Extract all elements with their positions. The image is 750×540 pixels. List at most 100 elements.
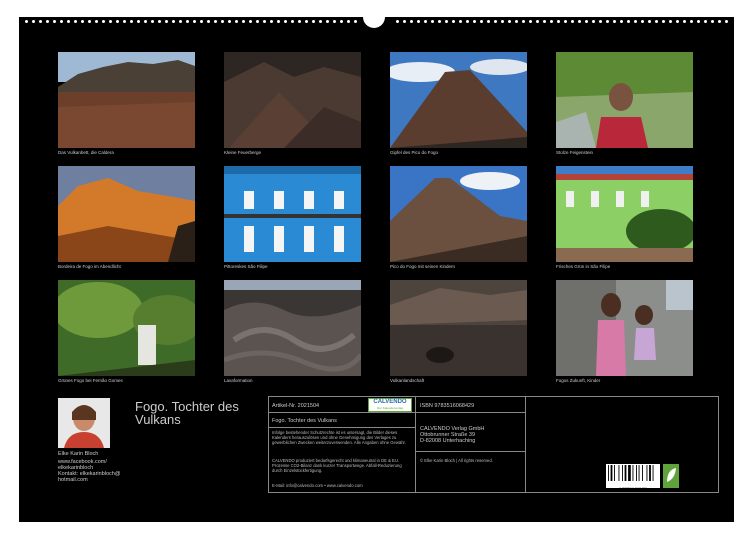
spiral-hole xyxy=(144,20,147,23)
photo-pico-kinder xyxy=(390,166,527,262)
calendar-title: Fogo. Tochter des Vulkans xyxy=(135,399,239,427)
spiral-hole xyxy=(235,20,238,23)
imprint-divider-1 xyxy=(415,396,416,492)
spiral-hole xyxy=(480,20,483,23)
copyright: © Elke Karin Bloch | All rights reserved… xyxy=(420,458,493,463)
spiral-hole xyxy=(501,20,504,23)
spiral-hole xyxy=(627,20,630,23)
leaf-icon xyxy=(667,468,676,482)
spiral-hole xyxy=(256,20,259,23)
caption-1: Das Vulkanbett, die Caldera xyxy=(58,150,114,155)
spiral-hole xyxy=(641,20,644,23)
spiral-hole xyxy=(466,20,469,23)
spiral-hole xyxy=(32,20,35,23)
spiral-hole xyxy=(445,20,448,23)
photo-feigenstein xyxy=(556,52,693,148)
barcode-bar xyxy=(610,465,613,481)
barcode-bar xyxy=(622,465,623,481)
spiral-hole xyxy=(284,20,287,23)
barcode-bar xyxy=(649,465,651,481)
imprint-title: Fogo. Tochter des Vulkans xyxy=(272,418,337,424)
spiral-hole xyxy=(312,20,315,23)
barcode-bar xyxy=(646,465,648,481)
spiral-hole xyxy=(459,20,462,23)
photo-gruen-sao-filipe xyxy=(556,166,693,262)
photo-gruenes-fogo xyxy=(58,280,195,376)
calvendo-logo-sub: Der Kalenderverlag xyxy=(377,406,403,410)
spiral-hole xyxy=(718,20,721,23)
spiral-hole xyxy=(25,20,28,23)
caption-12: Fogos Zukunft, Kinder xyxy=(556,378,601,383)
spiral-hole xyxy=(333,20,336,23)
imprint-rule-3 xyxy=(415,412,525,413)
spiral-hole xyxy=(60,20,63,23)
spiral-hole xyxy=(536,20,539,23)
spiral-hole xyxy=(298,20,301,23)
spiral-hole xyxy=(487,20,490,23)
spiral-hole xyxy=(249,20,252,23)
spiral-hole xyxy=(564,20,567,23)
photo-bordeira xyxy=(58,166,195,262)
spiral-hole xyxy=(592,20,595,23)
spiral-hole xyxy=(137,20,140,23)
barcode-bar xyxy=(618,465,620,481)
barcode: 9 783516 068429 xyxy=(606,464,660,491)
isbn: ISBN 9783516068429 xyxy=(420,403,475,409)
spiral-hole xyxy=(102,20,105,23)
barcode-bar xyxy=(636,465,637,481)
spiral-hole xyxy=(277,20,280,23)
caption-6: Pittoreskes São Filipe xyxy=(224,264,268,269)
spiral-hole xyxy=(473,20,476,23)
spiral-hole xyxy=(151,20,154,23)
caption-2: Kleine Feuerberge xyxy=(224,150,262,155)
photo-feuerberge xyxy=(224,52,361,148)
spiral-hole xyxy=(515,20,518,23)
caption-7: Pico do Fogo mit seinen Kindern xyxy=(390,264,456,269)
spiral-hole xyxy=(326,20,329,23)
spiral-hole xyxy=(571,20,574,23)
spiral-hole xyxy=(179,20,182,23)
spiral-hole xyxy=(221,20,224,23)
spiral-hole xyxy=(529,20,532,23)
barcode-digits: 9 783516 068429 xyxy=(619,487,647,491)
spiral-hole xyxy=(557,20,560,23)
spiral-hole xyxy=(116,20,119,23)
imprint-eco-text: CALVENDO produziert bedarfsgerecht und k… xyxy=(272,458,402,473)
spiral-hole xyxy=(690,20,693,23)
spiral-hole xyxy=(508,20,511,23)
spiral-hole xyxy=(200,20,203,23)
caption-3: Gipfel des Pico do Fogo xyxy=(390,150,439,155)
spiral-hole xyxy=(424,20,427,23)
imprint-rule-2 xyxy=(268,427,415,428)
caption-4: Stolze Feigenstein xyxy=(556,150,594,155)
spiral-hole xyxy=(403,20,406,23)
photo-vulkanlandschaft xyxy=(390,280,527,376)
caption-11: Vulkanlandschaft xyxy=(390,378,425,383)
spiral-hole xyxy=(662,20,665,23)
spiral-hole xyxy=(340,20,343,23)
spiral-hole xyxy=(417,20,420,23)
caption-10: Lavaformation xyxy=(224,378,253,383)
spiral-hole xyxy=(214,20,217,23)
caption-8: Frisches Grün in São Filipe xyxy=(556,264,611,269)
spiral-hole xyxy=(81,20,84,23)
spiral-hole xyxy=(410,20,413,23)
spiral-hole xyxy=(67,20,70,23)
spiral-hole xyxy=(704,20,707,23)
barcode-bar xyxy=(652,465,654,481)
spiral-hole xyxy=(46,20,49,23)
imprint-email[interactable]: E-Mail: info@calvendo.com • www.calvendo… xyxy=(272,483,363,488)
barcode-bar xyxy=(638,465,640,481)
author-name: Elke Karin Bloch xyxy=(58,451,99,457)
imprint-rule-4 xyxy=(415,451,525,452)
spiral-hole xyxy=(109,20,112,23)
spiral-hole xyxy=(354,20,357,23)
imprint-divider-2 xyxy=(525,396,526,492)
spiral-hole xyxy=(319,20,322,23)
spiral-hole xyxy=(655,20,658,23)
barcode-bar xyxy=(628,465,631,481)
spiral-hole xyxy=(305,20,308,23)
author-contact-4[interactable]: hotmail.com xyxy=(58,477,88,484)
spiral-hole xyxy=(186,20,189,23)
spiral-hole xyxy=(550,20,553,23)
